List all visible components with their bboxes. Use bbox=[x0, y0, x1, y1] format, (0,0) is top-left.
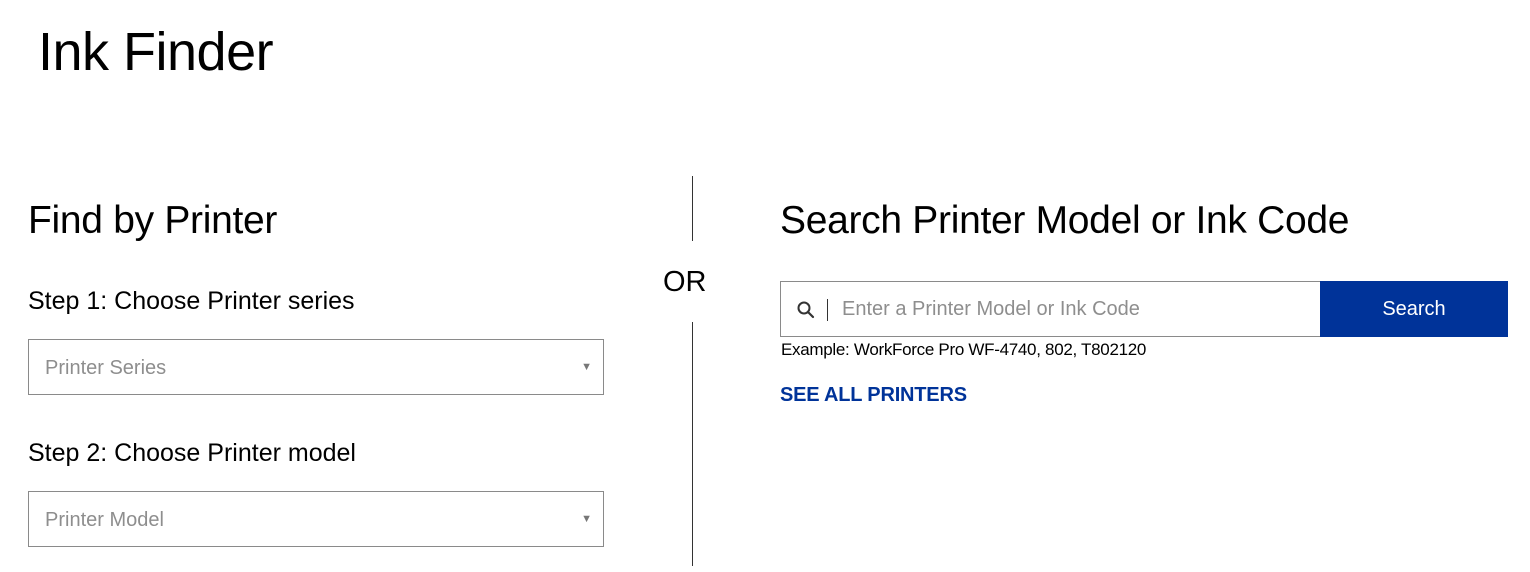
triangle-down-icon: ▼ bbox=[581, 361, 592, 373]
printer-model-selected: Printer Model bbox=[45, 509, 164, 531]
search-title: Search Printer Model or Ink Code bbox=[780, 199, 1350, 242]
triangle-down-icon: ▼ bbox=[581, 513, 592, 525]
find-by-printer-section: Find by Printer Step 1: Choose Printer s… bbox=[28, 196, 604, 547]
search-input[interactable] bbox=[842, 282, 1312, 336]
search-section: Search Printer Model or Ink Code Search … bbox=[780, 196, 1508, 406]
search-field[interactable] bbox=[780, 281, 1321, 337]
page-title: Ink Finder bbox=[38, 22, 274, 82]
search-example-text: Example: WorkForce Pro WF-4740, 802, T80… bbox=[781, 340, 1147, 359]
search-bar: Search bbox=[780, 281, 1508, 337]
see-all-printers-link[interactable]: SEE ALL PRINTERS bbox=[780, 383, 967, 407]
printer-series-selected: Printer Series bbox=[45, 357, 167, 379]
step2-label: Step 2: Choose Printer model bbox=[28, 439, 356, 467]
ink-finder-page: Ink Finder Find by Printer Step 1: Choos… bbox=[0, 0, 1530, 572]
or-label: OR bbox=[663, 266, 707, 298]
step1-label: Step 1: Choose Printer series bbox=[28, 287, 355, 315]
printer-model-select[interactable]: Printer Model ▼ bbox=[28, 491, 604, 547]
printer-series-select[interactable]: Printer Series ▼ bbox=[28, 339, 604, 395]
search-icon bbox=[797, 301, 815, 319]
text-cursor bbox=[827, 299, 828, 321]
divider-line-top bbox=[692, 176, 693, 241]
find-by-printer-title: Find by Printer bbox=[28, 199, 278, 242]
divider-line-bottom bbox=[692, 322, 693, 566]
search-button[interactable]: Search bbox=[1320, 281, 1508, 337]
